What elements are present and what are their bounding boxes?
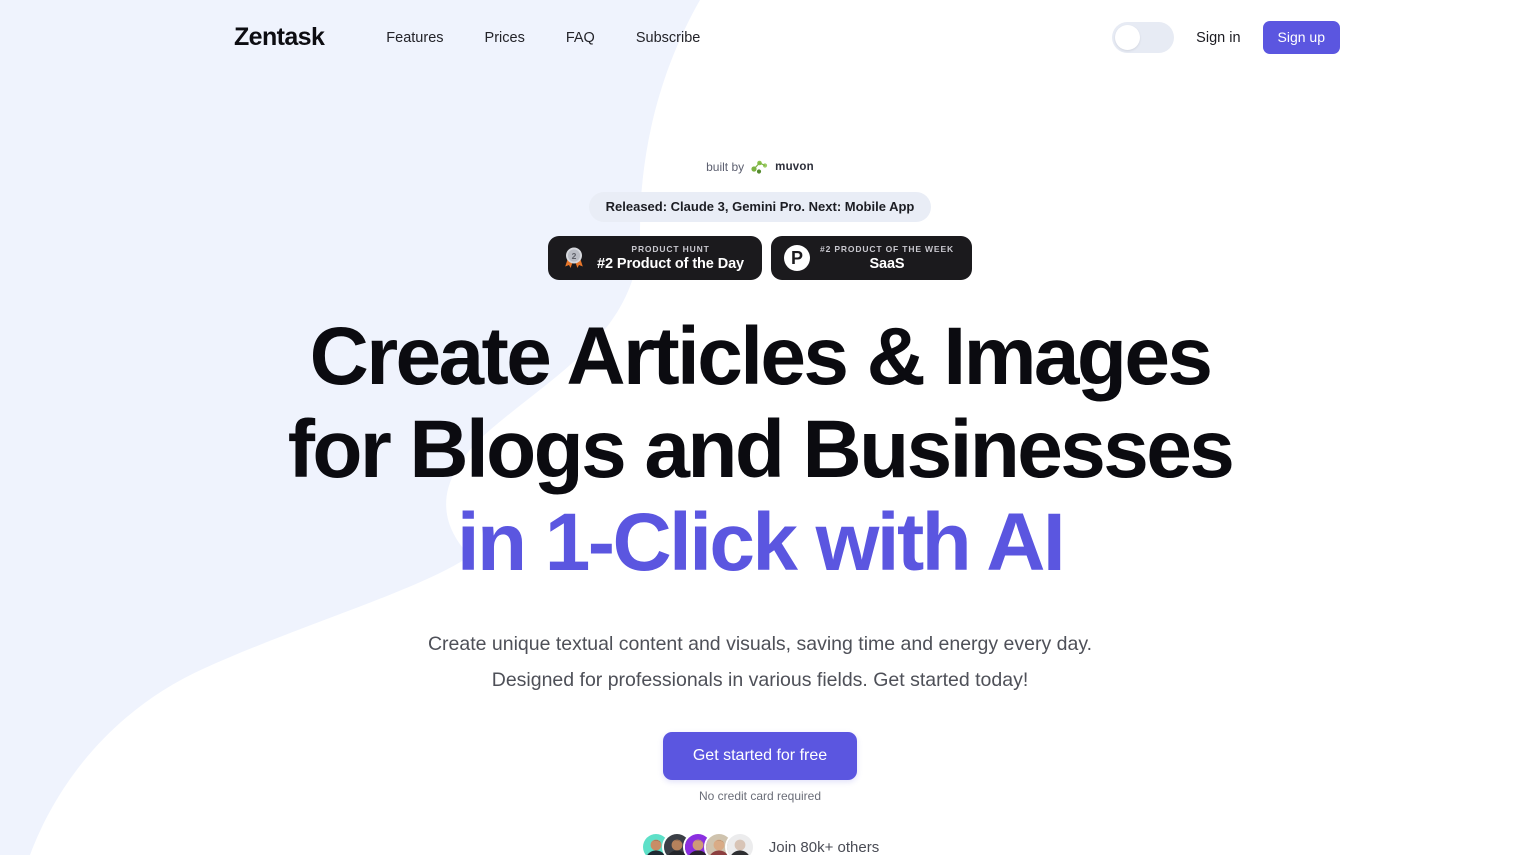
nav-link-subscribe[interactable]: Subscribe bbox=[636, 30, 700, 46]
toggle-knob-icon bbox=[1115, 25, 1141, 50]
medal-2-icon: 2 bbox=[565, 247, 583, 268]
main-navigation: Features Prices FAQ Subscribe bbox=[386, 30, 700, 46]
page-title: Create Articles & Images for Blogs and B… bbox=[0, 310, 1520, 589]
badge-kicker: PRODUCT HUNT bbox=[631, 243, 710, 254]
site-header: Zentask Features Prices FAQ Subscribe Si… bbox=[0, 0, 1520, 75]
release-announcement-pill[interactable]: Released: Claude 3, Gemini Pro. Next: Mo… bbox=[588, 192, 932, 222]
built-by-label: built by bbox=[706, 160, 745, 174]
signin-link[interactable]: Sign in bbox=[1196, 30, 1240, 46]
badge-title: #2 Product of the Day bbox=[597, 256, 745, 272]
social-proof: Join 80k+ others bbox=[0, 832, 1520, 855]
get-started-button[interactable]: Get started for free bbox=[662, 732, 858, 780]
badge-product-of-the-week[interactable]: P #2 PRODUCT OF THE WEEK SaaS bbox=[771, 236, 972, 280]
headline-line-1: Create Articles & Images bbox=[309, 311, 1213, 402]
subtitle-line-1: Create unique textual content and visual… bbox=[427, 633, 1093, 655]
muvon-logo-icon bbox=[751, 160, 768, 174]
join-others-label: Join 80k+ others bbox=[768, 838, 880, 855]
avatar bbox=[724, 832, 755, 855]
product-hunt-badges: 2 PRODUCT HUNT #2 Product of the Day P #… bbox=[0, 236, 1520, 280]
product-hunt-logo-icon: P bbox=[784, 245, 811, 271]
badge-title: SaaS bbox=[869, 256, 905, 272]
brand-logo[interactable]: Zentask bbox=[234, 23, 325, 52]
signup-button[interactable]: Sign up bbox=[1262, 21, 1340, 54]
hero-section: built by muvon Released: Claude 3, Gemin… bbox=[0, 75, 1520, 855]
headline-line-2: for Blogs and Businesses bbox=[287, 404, 1235, 495]
avatar-stack bbox=[640, 832, 755, 855]
subtitle-line-2: Designed for professionals in various fi… bbox=[491, 669, 1029, 691]
built-by-attribution[interactable]: built by muvon bbox=[706, 160, 814, 175]
svg-text:2: 2 bbox=[572, 251, 577, 261]
nav-link-faq[interactable]: FAQ bbox=[566, 30, 595, 46]
nav-link-features[interactable]: Features bbox=[386, 30, 443, 46]
nav-link-prices[interactable]: Prices bbox=[485, 30, 525, 46]
header-actions: Sign in Sign up bbox=[1112, 21, 1340, 54]
cta-note: No credit card required bbox=[698, 789, 822, 803]
theme-toggle-switch[interactable] bbox=[1112, 22, 1175, 53]
badge-kicker: #2 PRODUCT OF THE WEEK bbox=[820, 243, 954, 254]
badge-product-of-the-day[interactable]: 2 PRODUCT HUNT #2 Product of the Day bbox=[548, 236, 763, 280]
headline-line-3-accent: in 1-Click with AI bbox=[456, 497, 1066, 588]
hero-subtitle: Create unique textual content and visual… bbox=[0, 626, 1520, 698]
muvon-brand-name: muvon bbox=[775, 161, 814, 173]
